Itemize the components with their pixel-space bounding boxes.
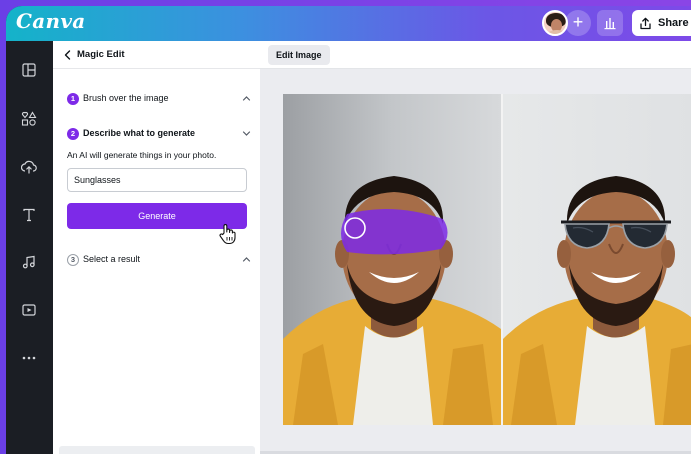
back-chevron-icon[interactable] [63,49,73,61]
magic-edit-panel: Magic Edit 1 Brush over the image 2 Desc… [53,41,260,454]
portrait-image [283,176,501,425]
panel-footer [59,446,255,454]
chevron-up-icon [242,96,251,101]
share-icon [640,17,651,29]
add-collaborator-button[interactable]: + [565,10,591,36]
edit-image-button[interactable]: Edit Image [268,45,330,65]
upload-icon [21,160,37,174]
elements-icon [21,111,37,126]
portrait-image [503,176,691,425]
original-photo[interactable] [283,94,501,425]
hand-cursor-icon [219,224,236,245]
step-1-number: 1 [67,93,79,105]
chevron-up-icon [242,257,251,262]
rail-item-design[interactable] [18,59,40,81]
canva-app: Canva + Share Magic Edit 1 Brush over th… [6,6,691,454]
panel-title: Magic Edit [77,49,125,60]
music-icon [22,255,35,269]
bar-chart-icon [604,18,616,30]
rail-item-elements[interactable] [18,108,40,130]
more-icon [22,356,36,360]
rail-item-uploads[interactable] [18,156,40,178]
canva-logo[interactable]: Canva [16,9,86,33]
side-rail [6,41,53,454]
step-3-header[interactable]: 3 Select a result [67,253,253,269]
video-icon [22,304,36,316]
generated-photo[interactable] [503,94,691,425]
layout-icon [22,63,36,77]
step-3-label: Select a result [83,254,141,264]
step-1-header[interactable]: 1 Brush over the image [67,92,253,108]
rail-item-videos[interactable] [18,299,40,321]
prompt-input[interactable] [67,168,247,192]
step-2-header[interactable]: 2 Describe what to generate [67,127,253,143]
rail-item-more[interactable] [18,347,40,369]
step-2-label: Describe what to generate [83,128,196,138]
panel-header: Magic Edit [53,41,260,69]
share-button[interactable]: Share [632,10,691,36]
step-3-number: 3 [67,254,79,266]
step-1-label: Brush over the image [83,93,169,103]
rail-item-text[interactable] [18,204,40,226]
plus-icon: + [572,12,584,32]
context-toolbar: Edit Image [260,41,691,69]
step-2-number: 2 [67,128,79,140]
text-icon [23,208,35,222]
share-label: Share [658,17,689,29]
chevron-down-icon [242,131,251,136]
insights-button[interactable] [597,10,623,36]
top-bar: Canva + Share [6,6,691,41]
rail-item-audio[interactable] [18,251,40,273]
editor-workspace: Edit Image [260,41,691,454]
step-2-description: An AI will generate things in your photo… [67,150,217,160]
